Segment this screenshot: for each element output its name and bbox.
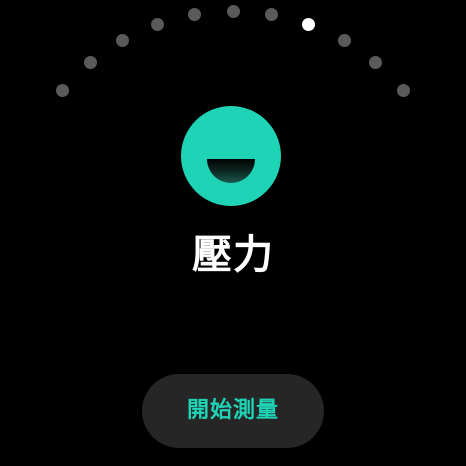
page-dot-active <box>302 17 316 31</box>
page-dot <box>369 56 383 70</box>
page-title: 壓力 <box>192 232 274 278</box>
page-dot <box>337 34 351 48</box>
page-dot <box>265 7 278 21</box>
page-dot <box>83 56 97 70</box>
watch-screen: 壓力 開始測量 <box>0 0 466 466</box>
page-dot <box>115 34 129 48</box>
page-dot <box>150 17 164 31</box>
page-dot <box>188 7 201 21</box>
page-dot <box>226 4 240 18</box>
page-dot <box>56 83 70 97</box>
smiling-face-icon <box>181 106 281 206</box>
page-dot <box>396 83 410 97</box>
start-measurement-button[interactable]: 開始測量 <box>142 374 324 448</box>
